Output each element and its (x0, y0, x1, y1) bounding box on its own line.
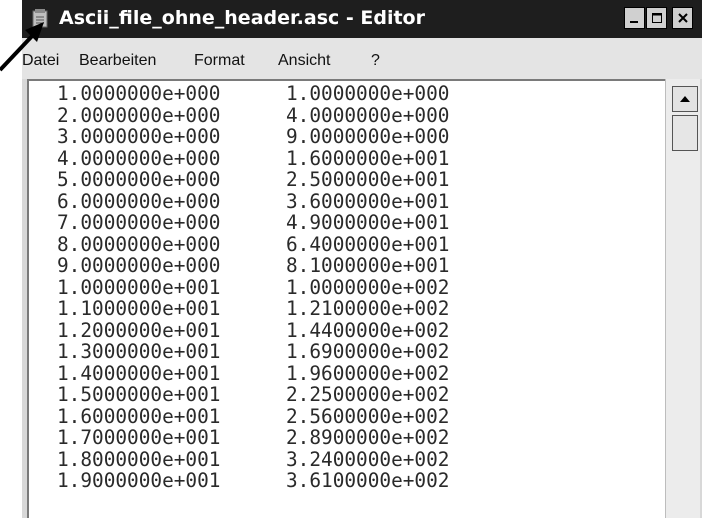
value-x: 4.0000000e+000 (57, 146, 221, 170)
value-y: 1.0000000e+002 (286, 275, 450, 299)
value-y: 4.0000000e+000 (286, 103, 450, 127)
menu-help[interactable]: ? (371, 52, 380, 70)
window-title: Ascii_file_ohne_header.asc - Editor (59, 7, 425, 29)
value-y: 3.6000000e+001 (286, 189, 450, 213)
value-x: 8.0000000e+000 (57, 232, 221, 256)
value-y: 2.8900000e+002 (286, 426, 450, 449)
minimize-button[interactable] (624, 7, 645, 29)
value-x: 1.4000000e+001 (57, 361, 221, 385)
scroll-up-button[interactable] (672, 86, 698, 112)
value-y: 3.2400000e+002 (286, 447, 450, 471)
value-x: 3.0000000e+000 (57, 125, 221, 148)
arrow-pointer-icon (0, 22, 44, 72)
arrow-up-icon (680, 96, 690, 102)
value-x: 1.2000000e+001 (57, 318, 221, 342)
value-y: 1.2100000e+002 (286, 297, 450, 320)
value-x: 1.0000000e+000 (57, 82, 221, 105)
menu-bearbeiten[interactable]: Bearbeiten (79, 52, 156, 70)
value-y: 3.6100000e+002 (286, 469, 450, 492)
value-y: 1.9600000e+002 (286, 361, 450, 385)
value-x: 1.5000000e+001 (57, 383, 221, 406)
value-x: 7.0000000e+000 (57, 211, 221, 234)
value-x: 1.6000000e+001 (57, 404, 221, 428)
value-x: 1.7000000e+001 (57, 426, 221, 449)
value-x: 1.0000000e+001 (57, 275, 221, 299)
value-x: 9.0000000e+000 (57, 254, 221, 277)
value-y: 6.4000000e+001 (286, 232, 450, 256)
value-y: 2.5000000e+001 (286, 168, 450, 191)
value-y: 2.2500000e+002 (286, 383, 450, 406)
value-y: 2.5600000e+002 (286, 404, 450, 428)
minimize-icon (630, 20, 638, 23)
menu-bar: Datei Bearbeiten Format Ansicht ? (22, 38, 702, 79)
editor-window: Ascii_file_ohne_header.asc - Editor Date… (22, 0, 702, 518)
close-button[interactable] (672, 7, 693, 29)
text-area[interactable]: 1.0000000e+000 1.0000000e+000 2.0000000e+0… (27, 79, 665, 518)
value-x: 2.0000000e+000 (57, 103, 221, 127)
value-y: 1.4400000e+002 (286, 318, 450, 342)
value-x: 1.8000000e+001 (57, 447, 221, 471)
value-y: 1.0000000e+000 (286, 82, 450, 105)
menu-format[interactable]: Format (194, 52, 245, 70)
title-bar[interactable]: Ascii_file_ohne_header.asc - Editor (22, 0, 702, 38)
value-x: 5.0000000e+000 (57, 168, 221, 191)
value-x: 1.1000000e+001 (57, 297, 221, 320)
maximize-button[interactable] (646, 7, 667, 29)
value-y: 9.0000000e+000 (286, 125, 450, 148)
value-y: 8.1000000e+001 (286, 254, 450, 277)
vertical-scrollbar[interactable] (665, 79, 700, 518)
value-x: 6.0000000e+000 (57, 189, 221, 213)
value-y: 1.6900000e+002 (286, 340, 450, 363)
value-x: 1.9000000e+001 (57, 469, 221, 492)
menu-ansicht[interactable]: Ansicht (278, 52, 330, 70)
scroll-thumb[interactable] (672, 115, 698, 151)
value-y: 1.6000000e+001 (286, 146, 450, 170)
close-icon (677, 13, 688, 23)
value-y: 4.9000000e+001 (286, 211, 450, 234)
value-x: 1.3000000e+001 (57, 340, 221, 363)
maximize-icon (651, 13, 662, 23)
